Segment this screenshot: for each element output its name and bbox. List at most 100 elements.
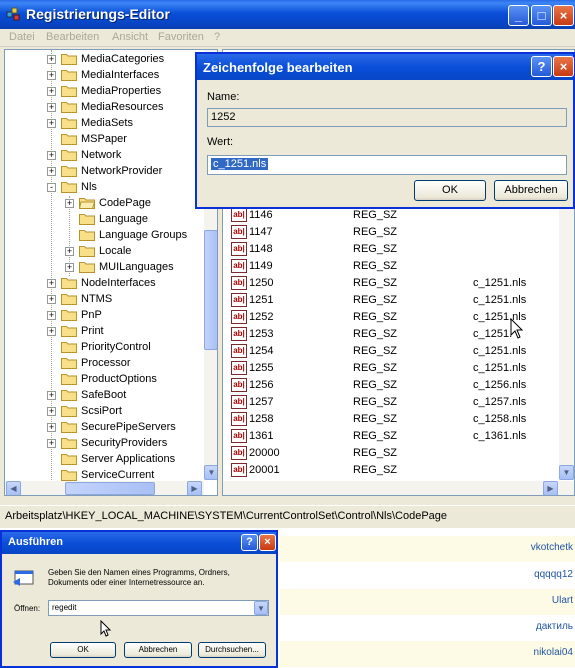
tree-node[interactable]: Processor <box>5 355 203 371</box>
tree-node[interactable]: Server Applications <box>5 451 203 467</box>
expand-icon[interactable]: + <box>47 55 56 64</box>
collapse-icon[interactable]: - <box>47 183 56 192</box>
list-item[interactable]: ab| 1146 REG_SZ <box>223 207 553 224</box>
expand-icon[interactable]: + <box>47 439 56 448</box>
expand-icon[interactable]: + <box>65 263 74 272</box>
tree-node[interactable]: Language <box>5 211 203 227</box>
ok-button[interactable]: OK <box>414 180 486 201</box>
tree-node[interactable]: + MediaResources <box>5 99 203 115</box>
list-item[interactable]: ab| 1149 REG_SZ <box>223 258 553 275</box>
expand-icon[interactable]: + <box>47 87 56 96</box>
user-link[interactable]: дактиль <box>536 621 573 632</box>
cancel-button[interactable]: Abbrechen <box>494 180 568 201</box>
tree-node[interactable]: + Print <box>5 323 203 339</box>
dialog-close-button[interactable]: × <box>553 56 574 77</box>
list-item[interactable]: ab| 1255 REG_SZ c_1251.nls <box>223 360 553 377</box>
tree-node[interactable]: + NetworkProvider <box>5 163 203 179</box>
tree-node[interactable]: + ScsiPort <box>5 403 203 419</box>
expand-icon[interactable]: + <box>47 423 56 432</box>
list-item: qqqqq12 <box>280 563 575 589</box>
tree-node[interactable]: - Nls <box>5 179 203 195</box>
maximize-button[interactable]: □ <box>531 5 552 26</box>
browse-button[interactable]: Durchsuchen... <box>198 642 266 658</box>
menu-bearbeiten[interactable]: Bearbeiten <box>46 31 99 43</box>
expand-icon[interactable]: + <box>47 311 56 320</box>
expand-icon[interactable]: + <box>47 327 56 336</box>
tree-node[interactable]: + Locale <box>5 243 203 259</box>
user-link[interactable]: Ulart <box>552 595 573 606</box>
expand-icon[interactable]: + <box>47 151 56 160</box>
tree-node[interactable]: + NTMS <box>5 291 203 307</box>
list-item[interactable]: ab| 20001 REG_SZ <box>223 462 553 479</box>
tree-node[interactable]: ProductOptions <box>5 371 203 387</box>
tree-node[interactable]: PriorityControl <box>5 339 203 355</box>
menu-datei[interactable]: Datei <box>9 31 35 43</box>
tree-node[interactable]: + MediaInterfaces <box>5 67 203 83</box>
expand-icon[interactable]: + <box>47 119 56 128</box>
tree-node[interactable]: + MUILanguages <box>5 259 203 275</box>
list-item[interactable]: ab| 1256 REG_SZ c_1256.nls <box>223 377 553 394</box>
tree-node[interactable]: + PnP <box>5 307 203 323</box>
expand-icon[interactable]: + <box>47 167 56 176</box>
chevron-down-icon[interactable]: ▼ <box>254 601 268 615</box>
help-button[interactable]: ? <box>241 534 258 551</box>
minimize-button[interactable]: _ <box>508 5 529 26</box>
expand-icon[interactable]: + <box>47 295 56 304</box>
scroll-down-icon[interactable]: ▼ <box>204 465 217 480</box>
title-bar[interactable]: Registrierungs-Editor _ □ × <box>0 0 575 29</box>
list-item[interactable]: ab| 1250 REG_SZ c_1251.nls <box>223 275 553 292</box>
tree-node[interactable]: + SafeBoot <box>5 387 203 403</box>
user-link[interactable]: qqqqq12 <box>534 569 573 580</box>
expand-icon[interactable]: + <box>47 391 56 400</box>
tree-node[interactable]: + MediaCategories <box>5 51 203 67</box>
tree-node[interactable]: + SecurePipeServers <box>5 419 203 435</box>
value-input[interactable]: c_1251.nls <box>207 155 567 175</box>
run-cancel-button[interactable]: Abbrechen <box>124 642 192 658</box>
list-item[interactable]: ab| 1258 REG_SZ c_1258.nls <box>223 411 553 428</box>
menu-ansicht[interactable]: Ansicht <box>112 31 148 43</box>
tree-node[interactable]: + NodeInterfaces <box>5 275 203 291</box>
run-title-bar[interactable]: Ausführen ? × <box>2 532 276 554</box>
open-combobox[interactable]: regedit ▼ <box>48 600 269 616</box>
list-item[interactable]: ab| 1253 REG_SZ c_1251. <box>223 326 553 343</box>
expand-icon[interactable]: + <box>47 103 56 112</box>
expand-icon[interactable]: + <box>47 279 56 288</box>
tree-horizontal-scrollbar[interactable]: ◀ ▶ <box>5 481 204 495</box>
list-item[interactable]: ab| 1147 REG_SZ <box>223 224 553 241</box>
dialog-title-bar[interactable]: Zeichenfolge bearbeiten ? × <box>197 54 574 80</box>
menu-favoriten[interactable]: Favoriten <box>158 31 204 43</box>
scroll-down-icon[interactable]: ▼ <box>559 465 574 480</box>
tree-node[interactable]: + SecurityProviders <box>5 435 203 451</box>
tree-node[interactable]: + MediaProperties <box>5 83 203 99</box>
expand-icon[interactable]: + <box>65 199 74 208</box>
user-link[interactable]: vkotchetk <box>531 542 573 553</box>
close-button[interactable]: × <box>553 5 574 26</box>
list-item[interactable]: ab| 1148 REG_SZ <box>223 241 553 258</box>
registry-tree[interactable]: + MediaCategories + MediaInterfaces + MediaPr… <box>4 49 218 496</box>
scroll-right-icon[interactable]: ▶ <box>543 481 558 495</box>
tree-node[interactable]: Language Groups <box>5 227 203 243</box>
tree-node[interactable]: MSPaper <box>5 131 203 147</box>
expand-icon[interactable]: + <box>47 71 56 80</box>
scroll-right-icon[interactable]: ▶ <box>187 481 202 495</box>
run-close-button[interactable]: × <box>259 534 276 551</box>
list-item[interactable]: ab| 1252 REG_SZ c_1251.nls <box>223 309 553 326</box>
tree-scroll-thumb[interactable] <box>204 230 217 350</box>
list-item[interactable]: ab| 1257 REG_SZ c_1257.nls <box>223 394 553 411</box>
expand-icon[interactable]: + <box>47 407 56 416</box>
user-link[interactable]: nikolai04 <box>534 647 573 658</box>
list-horizontal-scrollbar[interactable]: ▶ <box>223 481 574 495</box>
run-ok-button[interactable]: OK <box>50 642 116 658</box>
list-item[interactable]: ab| 1361 REG_SZ c_1361.nls <box>223 428 553 445</box>
list-item[interactable]: ab| 1254 REG_SZ c_1251.nls <box>223 343 553 360</box>
menu-help[interactable]: ? <box>214 31 220 43</box>
scroll-left-icon[interactable]: ◀ <box>6 481 21 495</box>
list-item[interactable]: ab| 20000 REG_SZ <box>223 445 553 462</box>
expand-icon[interactable]: + <box>65 247 74 256</box>
tree-node[interactable]: + CodePage <box>5 195 203 211</box>
tree-node[interactable]: + Network <box>5 147 203 163</box>
tree-hscroll-thumb[interactable] <box>65 482 155 495</box>
tree-node[interactable]: + MediaSets <box>5 115 203 131</box>
list-item[interactable]: ab| 1251 REG_SZ c_1251.nls <box>223 292 553 309</box>
help-button[interactable]: ? <box>531 56 552 77</box>
